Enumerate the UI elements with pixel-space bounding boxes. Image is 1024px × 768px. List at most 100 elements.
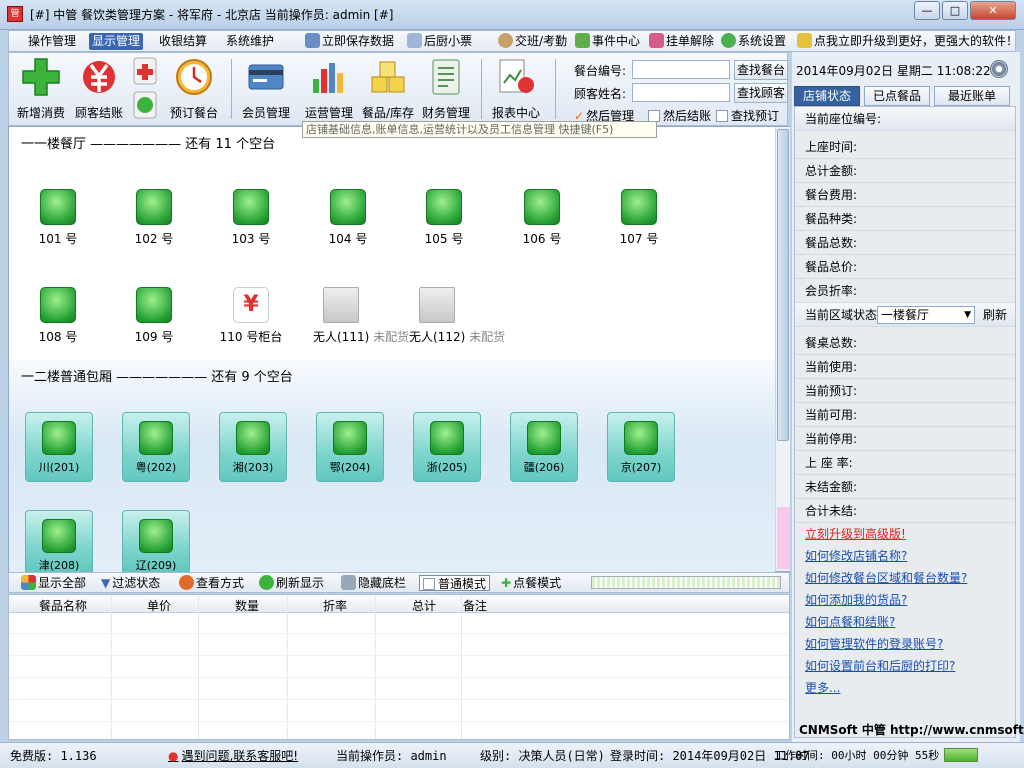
refresh-display-button[interactable]: 刷新显示 [259, 575, 324, 591]
food-inventory-button[interactable]: 餐品/库存 [359, 57, 417, 121]
table-106[interactable]: 106 号 [507, 189, 577, 259]
vertical-scrollbar[interactable] [775, 127, 790, 571]
app-icon: 管 [7, 6, 23, 22]
table-112[interactable]: 无人(112) 未配货 [409, 287, 505, 357]
col-price[interactable]: 单价 [147, 597, 171, 614]
shift-attendance-button[interactable]: 交班/考勤 [498, 33, 567, 50]
table-icon [330, 189, 366, 225]
col-quantity[interactable]: 数量 [235, 597, 259, 614]
menu-display[interactable]: 显示管理 [89, 33, 144, 50]
room-204[interactable]: 鄂(204) [316, 412, 384, 482]
table-icon [139, 421, 173, 455]
then-checkout-checkbox[interactable]: 然后结账 [648, 107, 711, 124]
help-link-goods[interactable]: 如何添加我的货品? [805, 591, 907, 608]
room-208[interactable]: 津(208) [25, 510, 93, 572]
room-207[interactable]: 京(207) [607, 412, 675, 482]
show-all-button[interactable]: 显示全部 [21, 575, 86, 591]
menu-checkout[interactable]: 收银结算 [156, 33, 210, 50]
brand-footer: CNMSoft 中管 http://www.cnmsoft.com [799, 723, 1024, 737]
table-icon [136, 189, 172, 225]
help-link-order[interactable]: 如何点餐和结账? [805, 613, 895, 630]
member-card-icon [248, 64, 284, 90]
reserve-table-button[interactable]: 预订餐台 [165, 57, 223, 121]
person-icon [498, 33, 513, 48]
col-name[interactable]: 餐品名称 [39, 597, 87, 614]
customer-name-input[interactable] [632, 83, 730, 102]
unhold-bill-button[interactable]: 挂单解除 [649, 33, 714, 50]
customer-checkout-button[interactable]: 顾客结账 [71, 57, 127, 121]
table-104[interactable]: 104 号 [313, 189, 383, 259]
menu-operations[interactable]: 操作管理 [25, 33, 79, 50]
small-money-button[interactable] [133, 91, 157, 122]
operations-management-button[interactable]: 运营管理 [299, 57, 359, 121]
operations-management-label: 运营管理 [304, 106, 353, 120]
help-link-rename[interactable]: 如何修改店铺名称? [805, 547, 907, 564]
finance-management-button[interactable]: 财务管理 [417, 57, 475, 121]
minimize-button[interactable]: — [914, 1, 940, 20]
empty-person-icon [419, 287, 455, 323]
tab-ordered-items[interactable]: 已点餐品 [864, 86, 930, 106]
refresh-display-label: 刷新显示 [276, 576, 325, 590]
order-mode-button[interactable]: ✚ 点餐模式 [501, 575, 561, 591]
room-202[interactable]: 粤(202) [122, 412, 190, 482]
yen-icon: ¥ [233, 287, 269, 323]
table-109[interactable]: 109 号 [119, 287, 189, 357]
room-206[interactable]: 疆(206) [510, 412, 578, 482]
maximize-button[interactable]: □ [942, 1, 968, 20]
refresh-button[interactable]: 刷新 [983, 303, 1007, 327]
upgrade-link[interactable]: 立刻升级到高级版! [805, 525, 906, 542]
help-link-tables[interactable]: 如何修改餐台区域和餐台数量? [805, 569, 967, 586]
hide-bottom-button[interactable]: 隐藏底栏 [341, 575, 406, 591]
zone-select[interactable]: 一楼餐厅 ▼ [877, 306, 975, 324]
room-203[interactable]: 湘(203) [219, 412, 287, 482]
kitchen-ticket-button[interactable]: 后厨小票 [407, 33, 472, 50]
order-grid-header: 餐品名称 单价 数量 折率 总计 备注 [9, 595, 789, 613]
table-number-input[interactable] [632, 60, 730, 79]
normal-mode-button[interactable]: 普通模式 [419, 575, 491, 591]
ledger-icon [432, 59, 460, 95]
table-107[interactable]: 107 号 [604, 189, 674, 259]
table-icon [40, 189, 76, 225]
room-201[interactable]: 川(201) [25, 412, 93, 482]
help-link-accounts[interactable]: 如何管理软件的登录账号? [805, 635, 943, 652]
col-note[interactable]: 备注 [463, 597, 487, 614]
table-110-counter[interactable]: ¥110 号柜台 [216, 287, 286, 357]
view-mode-button[interactable]: 查看方式 [179, 575, 244, 591]
grid-row-line [9, 633, 789, 634]
close-button[interactable]: ✕ [970, 1, 1016, 20]
table-icon [333, 421, 367, 455]
report-center-button[interactable]: 报表中心 [487, 57, 545, 121]
table-102[interactable]: 102 号 [119, 189, 189, 259]
small-add-button[interactable] [133, 57, 157, 88]
scrollbar-thumb[interactable] [777, 129, 789, 441]
col-total[interactable]: 总计 [412, 597, 436, 614]
total-amount-row: 总计金额: [795, 159, 1015, 183]
col-discount[interactable]: 折率 [323, 597, 347, 614]
save-data-button[interactable]: 立即保存数据 [305, 33, 394, 50]
system-settings-button[interactable]: 系统设置 [721, 33, 786, 50]
help-link-printing[interactable]: 如何设置前台和后厨的打印? [805, 657, 955, 674]
table-103[interactable]: 103 号 [216, 189, 286, 259]
room-209[interactable]: 辽(209) [122, 510, 190, 572]
find-customer-button[interactable]: 查找顾客 [734, 83, 788, 103]
table-111[interactable]: 无人(111) 未配货 [313, 287, 409, 357]
menu-system[interactable]: 系统维护 [223, 33, 277, 50]
upgrade-button[interactable]: 点我立即升级到更好，更强大的软件！ [797, 33, 1018, 50]
table-108[interactable]: 108 号 [23, 287, 93, 357]
table-105[interactable]: 105 号 [409, 189, 479, 259]
find-table-button[interactable]: 查找餐台 [734, 60, 788, 80]
member-management-button[interactable]: 会员管理 [237, 57, 295, 121]
room-205[interactable]: 浙(205) [413, 412, 481, 482]
find-reservation-checkbox[interactable]: 查找预订 [716, 107, 779, 124]
filter-status-button[interactable]: ▼ 过滤状态 [101, 575, 160, 591]
gear-icon[interactable] [990, 60, 1008, 78]
table-101[interactable]: 101 号 [23, 189, 93, 259]
plus-icon [22, 58, 60, 96]
more-link[interactable]: 更多... [805, 679, 840, 696]
new-consumption-button[interactable]: 新增消费 [13, 57, 69, 121]
tab-recent-bills[interactable]: 最近账单 [934, 86, 1010, 106]
event-center-button[interactable]: 事件中心 [575, 33, 640, 50]
tab-store-status[interactable]: 店铺状态 [794, 86, 860, 106]
order-mode-label: 点餐模式 [513, 576, 562, 590]
help-contact-link[interactable]: ● 遇到问题,联系客服吧! [168, 747, 298, 764]
